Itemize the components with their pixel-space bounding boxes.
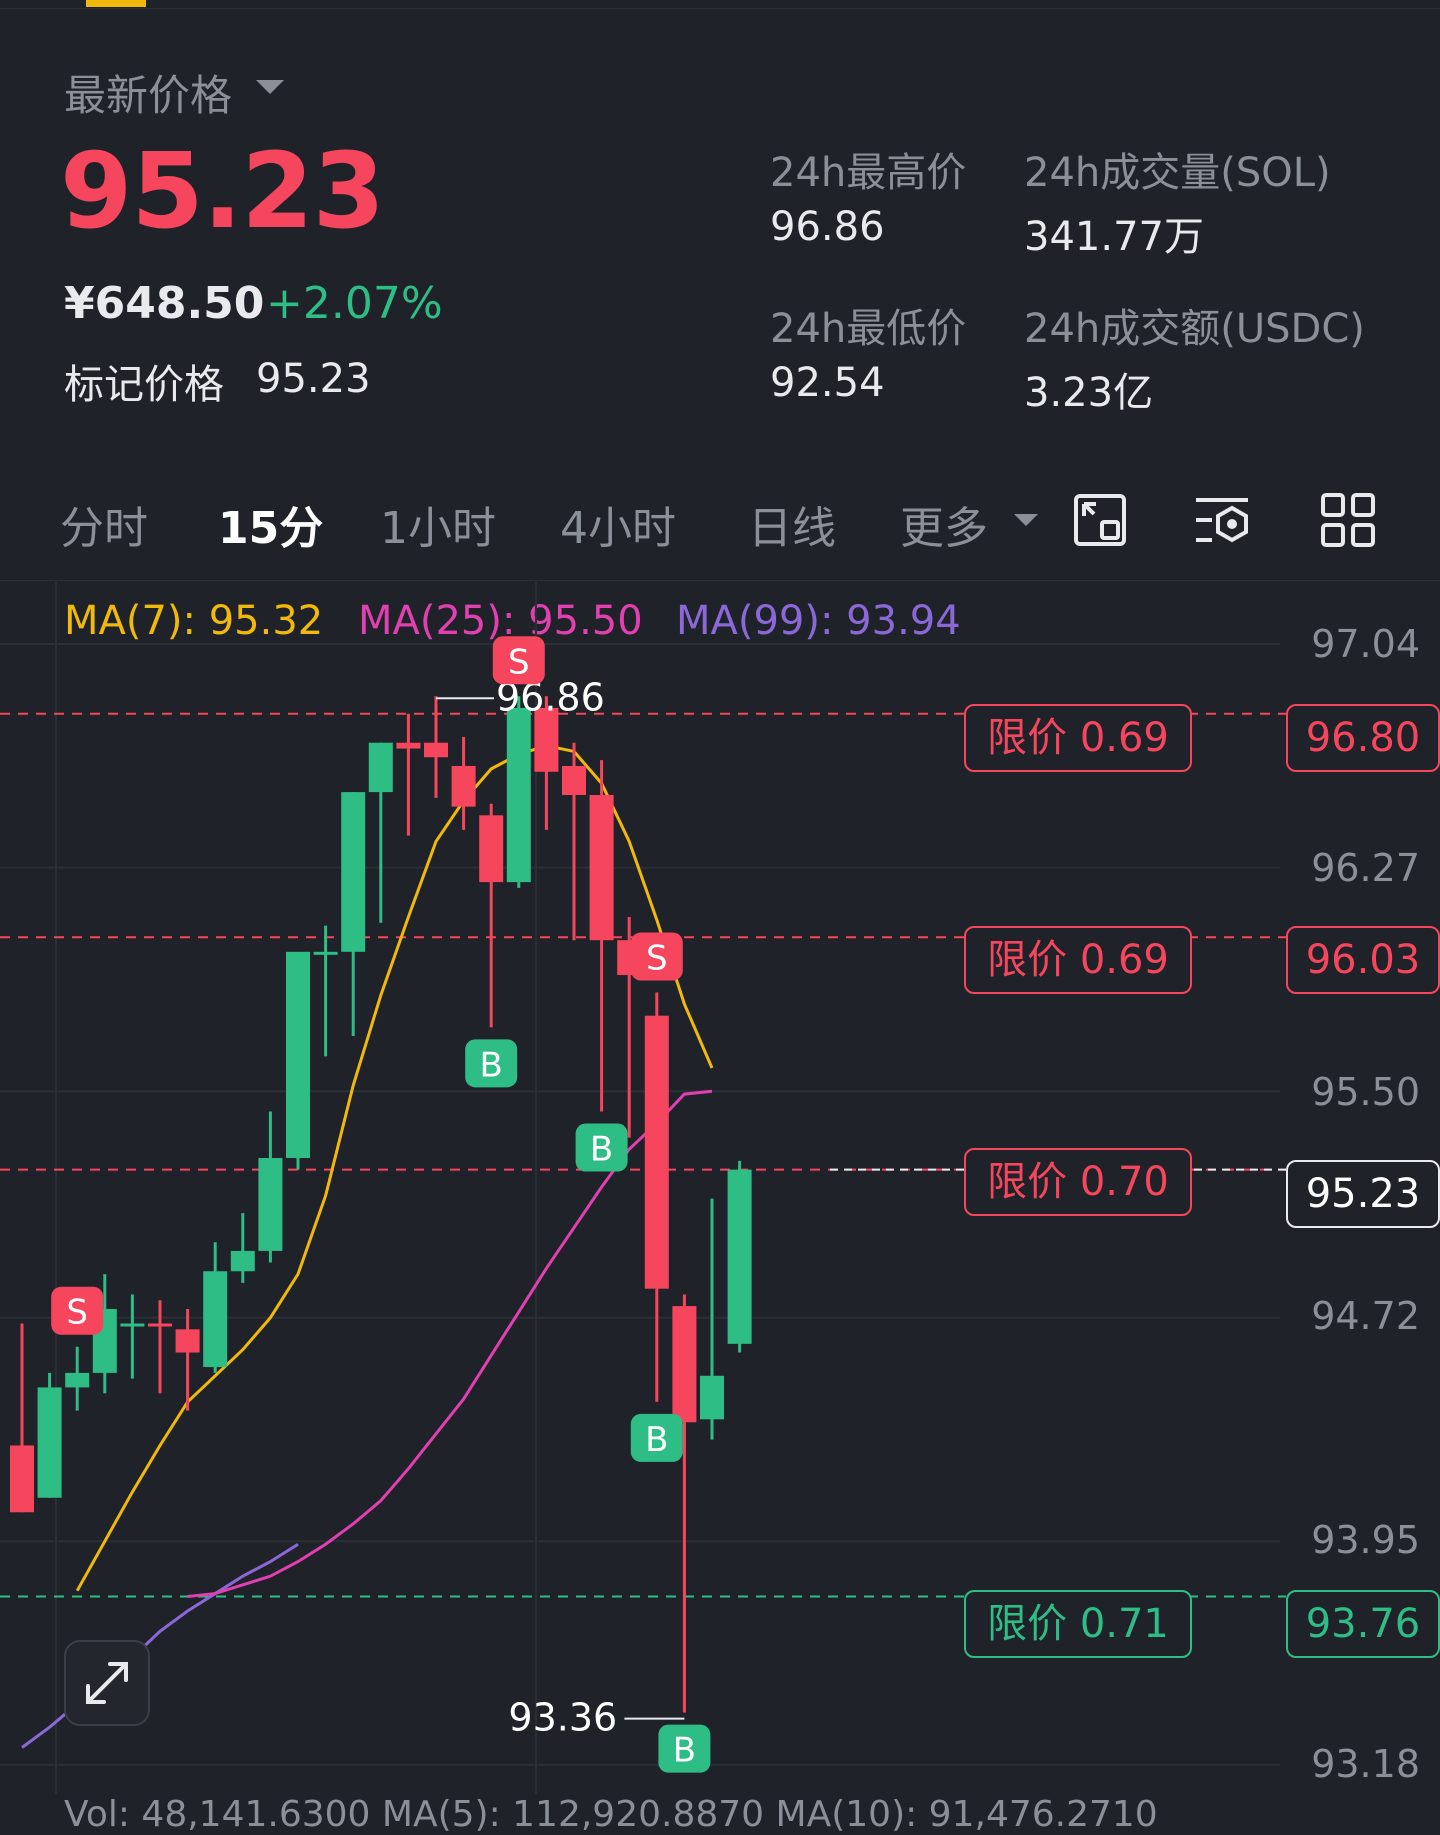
candle <box>230 1250 255 1272</box>
limit-order-price[interactable]: 96.80 <box>1286 704 1440 772</box>
candle <box>203 1271 228 1368</box>
candle <box>644 1015 669 1289</box>
indicator-settings-icon[interactable] <box>1192 490 1252 550</box>
price-axis-label: 94.72 <box>1311 1294 1420 1338</box>
sell-marker-label: S <box>66 1293 88 1333</box>
volume-24h-label: 24h成交量(SOL) <box>1024 150 1331 196</box>
expand-chart-button[interactable] <box>64 1640 150 1726</box>
candle <box>37 1387 62 1498</box>
top-tab-strip <box>0 0 1440 9</box>
candle <box>120 1323 145 1327</box>
high-24h-label: 24h最高价 <box>770 150 967 196</box>
tab-daily[interactable]: 日线 <box>748 492 836 556</box>
active-tab-indicator <box>86 0 146 7</box>
price-axis-label: 96.27 <box>1311 846 1420 890</box>
candle <box>286 951 310 1158</box>
last-price: 95.23 <box>60 130 385 252</box>
candle <box>341 792 366 952</box>
current-price-tag: 95.23 <box>1286 1160 1440 1228</box>
high-24h-value: 96.86 <box>770 204 885 250</box>
price-type-selector[interactable]: 最新价格 <box>64 62 232 123</box>
buy-marker-label: B <box>590 1130 613 1170</box>
volume-24h-value: 341.77万 <box>1024 214 1204 260</box>
candle <box>506 707 531 883</box>
mark-price-label: 标记价格 <box>64 362 224 408</box>
candle <box>175 1329 200 1353</box>
sell-marker-label: S <box>508 642 530 682</box>
candle <box>727 1169 752 1344</box>
candle <box>396 742 421 749</box>
change-percent: +2.07% <box>266 278 443 329</box>
low-24h-label: 24h最低价 <box>770 306 967 352</box>
candle <box>424 742 448 758</box>
tab-divider <box>0 580 1440 581</box>
candle <box>479 815 504 883</box>
candle <box>672 1306 697 1423</box>
candle <box>258 1157 283 1251</box>
turnover-24h-label: 24h成交额(USDC) <box>1024 306 1365 352</box>
ma99-line <box>21 1542 299 1749</box>
limit-order-label[interactable]: 限价 0.70 <box>964 1148 1192 1216</box>
grid-layout-icon[interactable] <box>1318 490 1378 550</box>
chart-settings-icon[interactable] <box>1070 490 1130 550</box>
tab-more[interactable]: 更多 <box>900 492 988 556</box>
tab-1hour[interactable]: 1小时 <box>380 492 496 556</box>
tab-time-sharing[interactable]: 分时 <box>60 492 148 556</box>
cny-price: ¥648.50 <box>64 278 265 329</box>
price-axis-label: 97.04 <box>1311 622 1420 666</box>
tab-4hour[interactable]: 4小时 <box>560 492 676 556</box>
price-axis-label: 93.95 <box>1311 1518 1420 1562</box>
candlestick-chart[interactable]: 96.8693.36SBSBSBB <box>0 582 1440 1794</box>
candle <box>562 765 586 796</box>
volume-indicator-line: Vol: 48,141.6300 MA(5): 112,920.8870 MA(… <box>64 1794 1158 1835</box>
limit-order-price[interactable]: 96.03 <box>1286 926 1440 994</box>
mark-price-value: 95.23 <box>256 356 371 402</box>
expand-icon[interactable] <box>66 1642 148 1724</box>
buy-marker-label: B <box>673 1731 696 1771</box>
candle <box>368 742 393 793</box>
low-24h-value: 92.54 <box>770 360 885 406</box>
candle <box>148 1323 172 1327</box>
candle <box>313 951 338 955</box>
candle <box>589 795 614 941</box>
limit-order-price[interactable]: 93.76 <box>1286 1590 1440 1658</box>
buy-marker-label: B <box>645 1420 668 1460</box>
candle <box>10 1445 34 1513</box>
tab-15min[interactable]: 15分 <box>218 492 323 556</box>
sell-marker-label: S <box>646 938 668 978</box>
limit-order-label[interactable]: 限价 0.69 <box>964 926 1192 994</box>
candle <box>451 765 476 807</box>
low-annotation: 93.36 <box>508 1696 617 1740</box>
limit-order-label[interactable]: 限价 0.71 <box>964 1590 1192 1658</box>
price-axis-label: 93.18 <box>1311 1742 1420 1786</box>
limit-order-label[interactable]: 限价 0.69 <box>964 704 1192 772</box>
buy-marker-label: B <box>480 1045 503 1085</box>
more-caret-down-icon[interactable] <box>1014 514 1038 526</box>
candle <box>700 1375 724 1420</box>
candle <box>65 1372 90 1388</box>
caret-down-icon[interactable] <box>256 80 284 94</box>
turnover-24h-value: 3.23亿 <box>1024 370 1154 416</box>
price-axis-label: 95.50 <box>1311 1070 1420 1114</box>
